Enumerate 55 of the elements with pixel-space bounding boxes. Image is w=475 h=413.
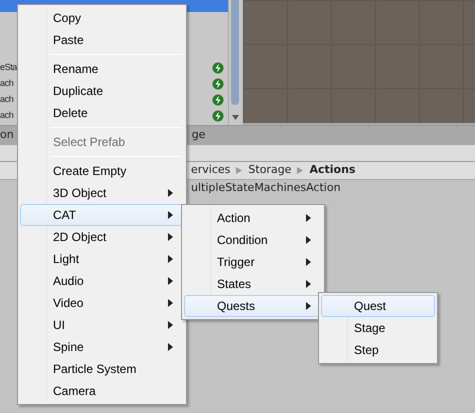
scroll-down-icon[interactable] — [232, 115, 239, 120]
scrollbar[interactable] — [228, 0, 241, 125]
menu-item[interactable]: 3D Object — [20, 182, 184, 204]
menu-item[interactable]: Light — [20, 248, 184, 270]
menu-item[interactable]: Camera — [20, 380, 184, 402]
hierarchy-item[interactable]: ach — [0, 109, 14, 123]
submenu-arrow-icon — [168, 321, 173, 329]
prefab-icon — [212, 94, 224, 106]
menu-item[interactable]: Rename — [20, 58, 184, 80]
menu-item[interactable]: Trigger — [184, 251, 322, 273]
prefab-icon — [212, 110, 224, 122]
menu-item[interactable]: Condition — [184, 229, 322, 251]
menu-item[interactable]: States — [184, 273, 322, 295]
submenu-arrow-icon — [306, 214, 311, 222]
breadcrumb-arrow-icon — [236, 164, 242, 176]
menu-item[interactable]: Create Empty — [20, 160, 184, 182]
submenu-arrow-icon — [168, 299, 173, 307]
asset-item[interactable]: ultipleStateMachinesAction — [191, 181, 341, 194]
submenu-arrow-icon — [168, 277, 173, 285]
menu-item[interactable]: Spine — [20, 336, 184, 358]
breadcrumb-item[interactable]: ervices — [191, 162, 230, 179]
hierarchy-item[interactable]: ach — [0, 77, 14, 91]
menu-item[interactable]: Action — [184, 207, 322, 229]
breadcrumb-item[interactable]: Storage — [248, 162, 292, 179]
menu-item[interactable]: CAT — [20, 204, 184, 226]
hierarchy-item[interactable]: ach — [0, 93, 14, 107]
menu-item[interactable]: Paste — [20, 29, 184, 51]
menu-item[interactable]: 2D Object — [20, 226, 184, 248]
submenu-arrow-icon — [168, 189, 173, 197]
submenu-arrow-icon — [168, 255, 173, 263]
menu-item[interactable]: Quest — [321, 295, 435, 317]
menu-item[interactable]: Delete — [20, 102, 184, 124]
menu-item[interactable]: Audio — [20, 270, 184, 292]
menu-item[interactable]: Particle System — [20, 358, 184, 380]
menu-item[interactable]: Copy — [20, 7, 184, 29]
submenu-arrow-icon — [306, 258, 311, 266]
hierarchy-item[interactable]: eSta — [0, 61, 17, 75]
scrollbar-thumb[interactable] — [231, 0, 239, 105]
submenu-arrow-icon — [168, 211, 173, 219]
prefab-icon — [212, 62, 224, 74]
breadcrumb-item[interactable]: Actions — [309, 162, 356, 179]
panel-tab[interactable]: on — [0, 127, 14, 144]
submenu-arrow-icon — [306, 236, 311, 244]
menu-item[interactable]: UI — [20, 314, 184, 336]
submenu-arrow-icon — [168, 233, 173, 241]
menu-item[interactable]: Video — [20, 292, 184, 314]
menu-item[interactable]: Duplicate — [20, 80, 184, 102]
breadcrumb-arrow-icon — [297, 164, 304, 176]
prefab-icon — [212, 78, 224, 90]
menu-item[interactable]: Step — [321, 339, 435, 361]
submenu-arrow-icon — [168, 343, 173, 351]
menu-item[interactable]: Stage — [321, 317, 435, 339]
submenu-arrow-icon — [306, 280, 311, 288]
panel-tab[interactable]: ge — [192, 127, 206, 144]
submenu-arrow-icon — [306, 302, 311, 310]
